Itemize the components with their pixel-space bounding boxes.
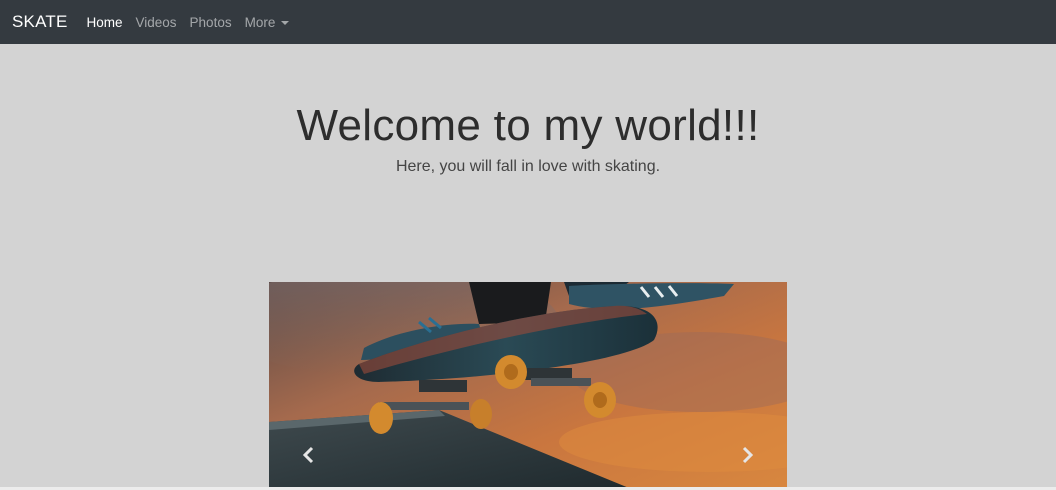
nav-link-videos[interactable]: Videos: [136, 15, 177, 30]
nav-dropdown-more-label: More: [244, 14, 276, 30]
top-navbar: SKATE Home Videos Photos More: [0, 0, 1056, 44]
brand-logo[interactable]: SKATE: [12, 12, 67, 32]
nav-dropdown-more[interactable]: More: [245, 15, 290, 30]
nav-link-home[interactable]: Home: [86, 15, 122, 30]
hero-title: Welcome to my world!!!: [296, 101, 760, 150]
hero-subtitle: Here, you will fall in love with skating…: [395, 158, 661, 175]
chevron-left-icon: [302, 446, 314, 464]
carousel-prev-button[interactable]: [269, 282, 349, 488]
hero-section: Welcome to my world!!! Here, you will fa…: [0, 44, 1056, 177]
caret-down-icon: [281, 20, 290, 25]
nav-link-photos[interactable]: Photos: [190, 15, 232, 30]
carousel-next-button[interactable]: [707, 282, 787, 488]
chevron-right-icon: [742, 446, 754, 464]
image-carousel: [269, 282, 787, 488]
